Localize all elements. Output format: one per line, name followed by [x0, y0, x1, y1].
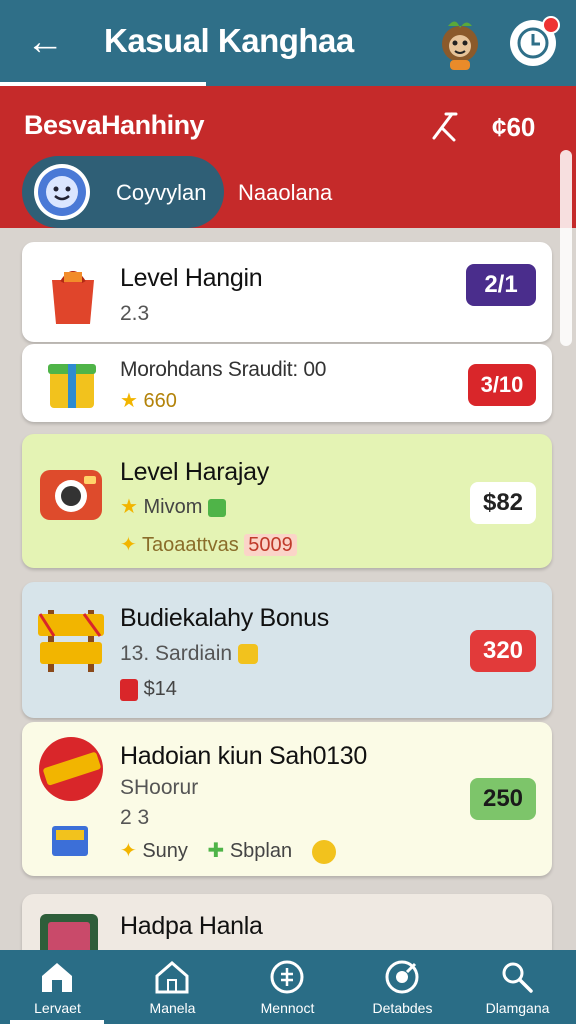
nav-label: Mennoct	[260, 1000, 315, 1016]
house-icon	[155, 961, 189, 994]
price-badge[interactable]: $82	[470, 482, 536, 524]
nav-item-detabdes[interactable]: Detabdes	[345, 950, 460, 1024]
section-header: BesvaHanhiny ¢60 Coyvylan Naaolana	[0, 86, 576, 228]
coin-icon	[270, 960, 304, 994]
item-subtitle-text: 13. Sardiain	[120, 642, 233, 665]
list-item[interactable]: Level Hangin 2.3 2/1	[22, 242, 552, 342]
nav-label: Dlamgana	[485, 1000, 550, 1016]
item-meta: ★ 660	[120, 388, 177, 413]
item-title: Level Hangin	[120, 264, 263, 292]
nav-active-indicator	[10, 1020, 104, 1024]
nav-label: Lervaet	[34, 1000, 81, 1016]
list-item[interactable]: Hadoian kiun Sah0130 SHoorur 2 3 ✦ Suny …	[22, 722, 552, 876]
item-title: Budiekalahy Bonus	[120, 604, 329, 632]
clock-button[interactable]	[510, 16, 560, 66]
item-meta-value: Mivom	[143, 496, 203, 518]
star-icon: ★	[120, 496, 138, 518]
nav-item-home[interactable]: Lervaet	[0, 950, 115, 1024]
nav-item-manela[interactable]: Manela	[115, 950, 230, 1024]
item-meta-value: 5009	[244, 534, 297, 556]
list-item[interactable]: Morohdans Sraudit: 00 ★ 660 3/10	[22, 344, 552, 422]
tab-naaolana[interactable]: Naaolana	[238, 180, 332, 206]
category-chip[interactable]: Coyvylan	[22, 156, 224, 228]
price-badge[interactable]: 250	[470, 778, 536, 820]
item-meta: ★ Mivom	[120, 494, 226, 519]
sign-icon	[38, 610, 104, 672]
app-bar: ← Kasual Kanghaa	[0, 0, 576, 86]
smiley-gear-icon	[34, 164, 90, 220]
sale-badge-icon	[39, 737, 103, 801]
scrollbar[interactable]	[560, 150, 572, 346]
emoji-icon	[237, 644, 258, 665]
item-meta-value: Sbplan	[229, 840, 293, 862]
item-subtitle-2: 2 3	[120, 806, 150, 829]
list-item[interactable]: Budiekalahy Bonus 13. Sardiain $14 320	[22, 582, 552, 718]
item-title: Morohdans Sraudit: 00	[120, 358, 327, 381]
target-icon	[385, 960, 419, 994]
item-subtitle: 2.3	[120, 302, 150, 325]
notification-dot	[542, 16, 560, 34]
app-title: Kasual Kanghaa	[104, 22, 354, 59]
item-meta-value: Suny	[142, 840, 188, 862]
nav-label: Detabdes	[372, 1000, 433, 1016]
coin-count: ¢60	[492, 112, 536, 142]
gift-box-icon	[48, 364, 96, 408]
item-meta-value: 660	[143, 390, 177, 412]
item-title: Hadpa Hanla	[120, 912, 263, 940]
smiley-icon	[311, 839, 336, 864]
item-meta-value: $14	[143, 678, 177, 700]
clover-icon: ✚	[207, 840, 225, 862]
item-meta: ✦ Taoaattvas 5009	[120, 532, 297, 557]
puzzle-icon: ✦	[120, 840, 137, 862]
home-icon	[42, 963, 72, 992]
bottom-nav: Lervaet Manela Mennoct Detabdes Dlamgana	[0, 950, 576, 1024]
nav-item-dlamgana[interactable]: Dlamgana	[460, 950, 575, 1024]
monkey-avatar-icon[interactable]	[436, 16, 484, 70]
nav-label: Manela	[149, 1000, 196, 1016]
puzzle-icon: ✦	[120, 534, 137, 556]
item-title: Hadoian kiun Sah0130	[120, 742, 367, 770]
search-icon	[502, 962, 533, 993]
chip-label: Coyvylan	[116, 180, 207, 205]
price-badge[interactable]: 320	[470, 630, 536, 672]
item-meta: $14	[120, 678, 177, 701]
dice-icon	[207, 498, 226, 517]
camera-icon	[40, 470, 102, 520]
pin-icon[interactable]	[424, 106, 464, 146]
star-icon: ★	[120, 390, 138, 412]
item-title: Level Harajay	[120, 458, 269, 486]
item-subtitle: SHoorur	[120, 776, 199, 799]
shopping-bag-icon	[52, 271, 94, 324]
arrow-left-icon[interactable]: ←	[26, 20, 70, 64]
section-title: BesvaHanhiny	[24, 110, 205, 140]
item-meta-label: Taoaattvas	[141, 534, 239, 556]
nav-item-mennoct[interactable]: Mennoct	[230, 950, 345, 1024]
price-badge[interactable]: 3/10	[468, 364, 536, 406]
gift-icon	[52, 826, 88, 856]
list-item[interactable]: Level Harajay ★ Mivom ✦ Taoaattvas 5009 …	[22, 434, 552, 568]
item-meta: ✦ Suny ✚ Sbplan	[120, 838, 336, 864]
price-badge[interactable]: 2/1	[466, 264, 536, 306]
item-subtitle: 13. Sardiain	[120, 642, 258, 666]
tag-icon	[120, 678, 138, 701]
